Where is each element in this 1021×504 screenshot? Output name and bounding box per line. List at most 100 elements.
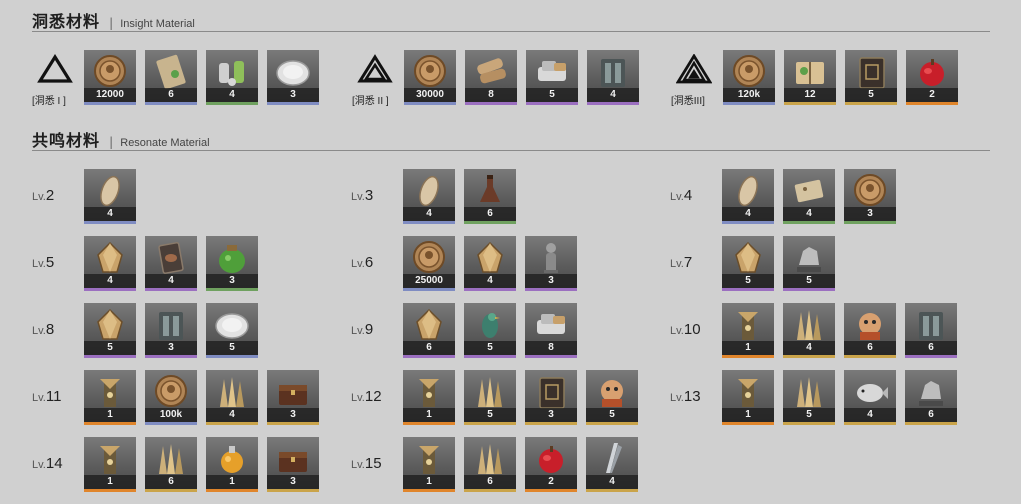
material-slot[interactable]: 6	[905, 370, 957, 425]
device-icon	[911, 306, 951, 342]
material-slot[interactable]: 4	[783, 169, 835, 224]
material-slot[interactable]: 4	[587, 50, 639, 105]
material-slot[interactable]: 3	[267, 437, 319, 492]
statue-icon	[911, 373, 951, 409]
material-slot[interactable]: 5	[783, 236, 835, 291]
material-slot[interactable]: 8	[525, 303, 577, 358]
material-slot[interactable]: 8	[465, 50, 517, 105]
item-count: 6	[145, 88, 197, 102]
level-label: Lv.6	[351, 254, 401, 272]
triple-triangle-icon	[676, 54, 712, 84]
material-slot[interactable]: 1	[84, 370, 136, 425]
item-count: 1	[84, 475, 136, 489]
item-count: 4	[464, 274, 516, 288]
item-count: 5	[586, 408, 638, 422]
item-count: 4	[403, 207, 455, 221]
material-slot[interactable]: 4	[403, 169, 455, 224]
shard-icon	[151, 440, 191, 476]
material-slot[interactable]: 4	[464, 236, 516, 291]
statue-icon	[789, 239, 829, 275]
material-slot[interactable]: 3	[145, 303, 197, 358]
material-slot[interactable]: 4	[783, 303, 835, 358]
totem-icon	[409, 373, 449, 409]
book-icon	[790, 53, 830, 89]
shard-icon	[789, 373, 829, 409]
material-slot[interactable]: 1	[84, 437, 136, 492]
material-slot[interactable]: 5	[206, 303, 258, 358]
material-slot[interactable]: 120k	[723, 50, 775, 105]
material-slot[interactable]: 1	[403, 370, 455, 425]
material-slot[interactable]: 4	[145, 236, 197, 291]
material-slot[interactable]: 5	[722, 236, 774, 291]
item-count: 5	[464, 341, 516, 355]
material-slot[interactable]: 4	[206, 50, 258, 105]
resonate-title-en: Resonate Material	[120, 137, 210, 149]
material-slot[interactable]: 5	[586, 370, 638, 425]
item-count: 1	[84, 408, 136, 422]
item-count: 5	[783, 408, 835, 422]
material-slot[interactable]: 100k	[145, 370, 197, 425]
material-slot[interactable]: 5	[845, 50, 897, 105]
level-label: Lv.12	[351, 388, 401, 406]
item-count: 4	[722, 207, 774, 221]
material-slot[interactable]: 4	[586, 437, 638, 492]
material-slot[interactable]: 3	[844, 169, 896, 224]
totem-icon	[409, 440, 449, 476]
material-slot[interactable]: 1	[403, 437, 455, 492]
item-count: 100k	[145, 408, 197, 422]
level-prefix: Lv.	[670, 258, 684, 270]
item-count: 4	[587, 88, 639, 102]
material-slot[interactable]: 6	[403, 303, 455, 358]
item-count: 120k	[723, 88, 775, 102]
item-count: 6	[464, 475, 516, 489]
material-slot[interactable]: 25000	[403, 236, 455, 291]
material-slot[interactable]: 6	[464, 169, 516, 224]
gear-bundle-icon	[532, 53, 572, 89]
insight-tier-3-items: 120k 12 5 2	[723, 50, 967, 105]
material-slot[interactable]: 3	[525, 370, 577, 425]
material-slot[interactable]: 2	[525, 437, 577, 492]
material-slot[interactable]: 2	[906, 50, 958, 105]
material-slot[interactable]: 6	[905, 303, 957, 358]
material-slot[interactable]: 4	[844, 370, 896, 425]
crystal-icon	[90, 239, 130, 275]
material-slot[interactable]: 5	[783, 370, 835, 425]
material-slot[interactable]: 6	[464, 437, 516, 492]
coin-icon	[410, 53, 450, 89]
material-slot[interactable]: 6	[145, 50, 197, 105]
material-slot[interactable]: 6	[844, 303, 896, 358]
material-slot[interactable]: 5	[84, 303, 136, 358]
insight-title-zh: 洞悉材料	[32, 12, 101, 31]
material-slot[interactable]: 1	[722, 370, 774, 425]
material-slot[interactable]: 6	[145, 437, 197, 492]
totem-icon	[728, 306, 768, 342]
material-slot[interactable]: 5	[464, 370, 516, 425]
material-slot[interactable]: 3	[267, 50, 319, 105]
material-slot[interactable]: 3	[525, 236, 577, 291]
material-slot[interactable]: 12000	[84, 50, 136, 105]
material-slot[interactable]: 3	[267, 370, 319, 425]
totem-icon	[90, 440, 130, 476]
item-count: 4	[783, 341, 835, 355]
material-slot[interactable]: 4	[84, 236, 136, 291]
level-number: 8	[45, 321, 55, 338]
level-label: Lv.13	[670, 388, 720, 406]
material-slot[interactable]: 30000	[404, 50, 456, 105]
dish-icon	[273, 53, 313, 89]
material-slot[interactable]: 5	[526, 50, 578, 105]
coin-icon	[850, 172, 890, 208]
level-prefix: Lv.	[351, 191, 365, 203]
material-slot[interactable]: 1	[722, 303, 774, 358]
material-slot[interactable]: 5	[464, 303, 516, 358]
shard-icon	[789, 306, 829, 342]
item-count: 4	[206, 408, 258, 422]
material-slot[interactable]: 12	[784, 50, 836, 105]
material-slot[interactable]: 4	[722, 169, 774, 224]
material-slot[interactable]: 4	[84, 169, 136, 224]
material-slot[interactable]: 1	[206, 437, 258, 492]
level-number: 12	[364, 388, 382, 405]
material-slot[interactable]: 3	[206, 236, 258, 291]
material-slot[interactable]: 4	[206, 370, 258, 425]
level-prefix: Lv.	[351, 392, 365, 404]
level-number: 5	[45, 254, 55, 271]
